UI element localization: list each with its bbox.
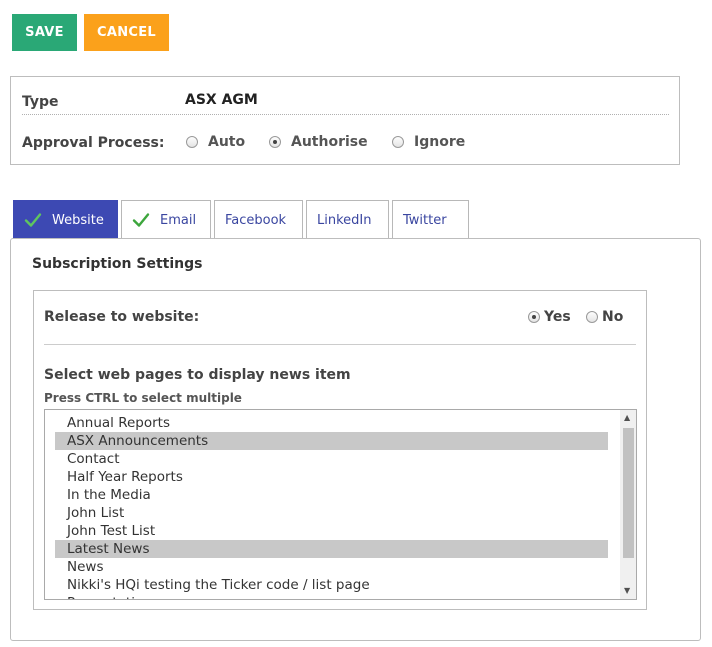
cancel-button[interactable]: CANCEL [84, 14, 169, 51]
select-web-pages-label: Select web pages to display news item [44, 367, 351, 383]
release-option-no[interactable]: No [586, 309, 623, 325]
tab-twitter[interactable]: Twitter [392, 200, 469, 239]
web-pages-listbox[interactable]: Annual Reports ASX Announcements Contact Ha… [44, 409, 637, 600]
list-item[interactable]: ASX Announcements [55, 432, 608, 450]
approval-option-label: Auto [208, 134, 246, 150]
listbox-scrollbar[interactable]: ▲ ▼ [620, 410, 636, 599]
tab-panel-website: Subscription Settings Release to website… [10, 238, 701, 641]
list-item[interactable]: Contact [55, 450, 608, 468]
release-to-website-label: Release to website: [44, 309, 200, 325]
list-item[interactable]: Annual Reports [55, 414, 608, 432]
multi-select-hint: Press CTRL to select multiple [44, 391, 242, 405]
tab-linkedin[interactable]: LinkedIn [306, 200, 389, 239]
approval-option-label: Ignore [414, 134, 466, 150]
save-button[interactable]: SAVE [12, 14, 77, 51]
scrollbar-thumb[interactable] [623, 428, 634, 558]
list-item[interactable]: John List [55, 504, 608, 522]
tab-website[interactable]: Website [13, 200, 118, 239]
approval-option-authorise[interactable]: Authorise [269, 134, 368, 150]
scroll-down-arrow-icon[interactable]: ▼ [624, 587, 630, 595]
list-item[interactable]: Presentations [55, 594, 608, 599]
details-panel: Type ASX AGM Approval Process: Auto Auth… [10, 76, 680, 165]
radio-no[interactable] [586, 311, 598, 323]
list-item[interactable]: In the Media [55, 486, 608, 504]
list-item[interactable]: Half Year Reports [55, 468, 608, 486]
divider [44, 344, 636, 345]
list-item[interactable]: John Test List [55, 522, 608, 540]
approval-process-label: Approval Process: [22, 135, 165, 151]
tab-email[interactable]: Email [121, 200, 211, 239]
checkmark-icon [24, 213, 42, 227]
scroll-up-arrow-icon[interactable]: ▲ [624, 414, 630, 422]
web-pages-list: Annual Reports ASX Announcements Contact Ha… [45, 414, 621, 599]
approval-option-label: Authorise [291, 134, 368, 150]
list-item[interactable]: Latest News [55, 540, 608, 558]
radio-authorise[interactable] [269, 136, 281, 148]
divider [22, 114, 669, 115]
approval-option-ignore[interactable]: Ignore [392, 134, 465, 150]
release-option-label: Yes [544, 309, 571, 325]
list-item[interactable]: News [55, 558, 608, 576]
radio-ignore[interactable] [392, 136, 404, 148]
checkmark-icon [132, 213, 150, 227]
tab-label: Email [160, 212, 197, 228]
type-value: ASX AGM [185, 92, 258, 108]
tab-label: Twitter [403, 212, 447, 228]
approval-option-auto[interactable]: Auto [186, 134, 245, 150]
release-option-label: No [602, 309, 624, 325]
tab-label: Facebook [225, 212, 287, 228]
subscription-settings-box: Release to website: Yes No Select web pa… [33, 290, 647, 610]
radio-yes[interactable] [528, 311, 540, 323]
tab-label: LinkedIn [317, 212, 372, 228]
type-label: Type [22, 94, 59, 110]
release-option-yes[interactable]: Yes [528, 309, 571, 325]
list-item[interactable]: Nikki's HQi testing the Ticker code / li… [55, 576, 608, 594]
tab-label: Website [52, 212, 104, 228]
tab-facebook[interactable]: Facebook [214, 200, 303, 239]
subscription-settings-title: Subscription Settings [32, 256, 203, 272]
radio-auto[interactable] [186, 136, 198, 148]
